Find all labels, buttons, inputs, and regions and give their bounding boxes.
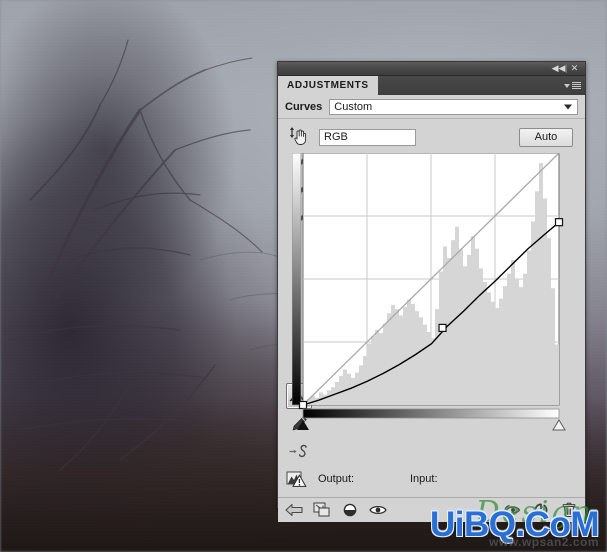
output-gradient-strip [292,153,302,406]
smooth-curve-arrow-icon [289,444,307,458]
input-gradient-strip [302,408,560,419]
half-filled-circle-icon [343,503,357,517]
chevron-down-icon [563,83,570,88]
curves-graph-area[interactable] [292,153,571,433]
watermark-subtext: www.wpsan2.com [489,535,599,549]
on-image-adjust-tool[interactable] [286,123,312,149]
curves-preset-row: Curves Custom [278,95,585,119]
hamburger-icon [571,82,581,89]
control-point-mid[interactable] [438,323,447,333]
curves-graph-svg[interactable] [292,153,571,433]
tab-adjustments[interactable]: ADJUSTMENTS [278,76,378,95]
collapse-panel-icon[interactable]: ◀◀ [551,63,566,75]
curves-panel-body: RGB Auto Output: Input: [278,119,585,497]
clip-mask-icon [313,502,330,517]
watermark: Design UiBQ.CoM www.wpsan2.com [430,498,600,549]
channel-dropdown[interactable]: RGB [319,128,416,146]
channel-row: RGB Auto [319,126,577,148]
preview-eye-icon[interactable] [369,501,387,519]
output-label: Output: [318,473,355,485]
screenshot-root: Design UiBQ.CoM www.wpsan2.com ◀◀ ✕ ADJU… [0,0,607,552]
smooth-curve-tool[interactable] [286,439,312,465]
input-label: Input: [410,473,438,485]
curves-label: Curves [285,100,323,113]
histogram-warning-icon [286,471,307,487]
black-point-slider[interactable] [297,420,309,430]
panel-menu-icon[interactable] [559,76,585,95]
white-point-slider[interactable] [552,419,566,431]
output-input-row: Output: Input: [278,469,585,489]
panel-titlebar: ◀◀ ✕ [278,62,585,76]
panel-tab-row: ADJUSTMENTS [278,76,585,95]
control-point-white[interactable] [554,218,564,227]
channel-dropdown-value: RGB [324,131,348,143]
control-point-black[interactable] [298,400,308,410]
clip-to-layer-icon[interactable] [313,501,331,519]
return-to-adjustment-list-icon[interactable] [285,501,303,519]
eye-icon [369,506,387,514]
auto-button[interactable]: Auto [519,127,573,147]
preset-dropdown[interactable]: Custom [329,98,578,115]
preset-dropdown-value: Custom [334,100,373,113]
chevron-down-icon [564,104,572,109]
hand-with-updown-arrow-icon [290,127,307,145]
tab-row-filler [378,76,559,95]
adjustments-panel: ◀◀ ✕ ADJUSTMENTS Curves Custom RGB Auto … [277,61,586,522]
back-arrow-icon [285,503,303,517]
toggle-layer-visibility-icon[interactable] [341,501,359,519]
close-panel-icon[interactable]: ✕ [567,63,582,75]
curves-display-options-icon[interactable] [284,469,310,489]
